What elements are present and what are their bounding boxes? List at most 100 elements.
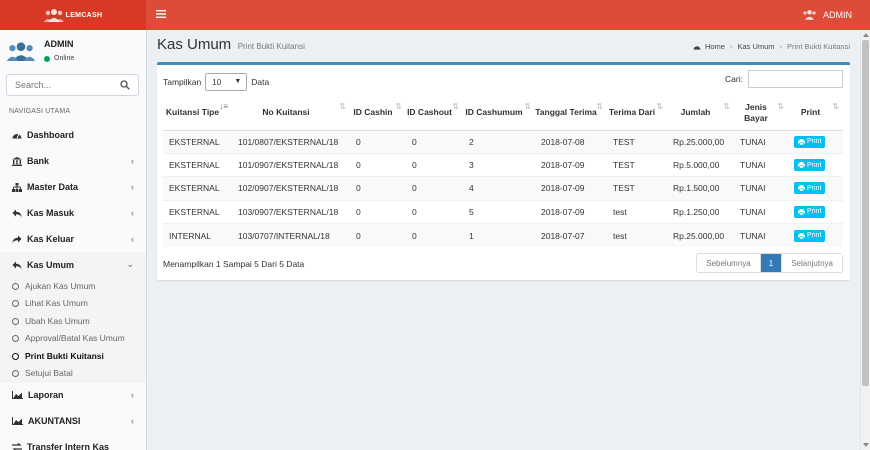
sort-icon: ⇅ — [596, 102, 603, 111]
table-cell: TUNAI — [734, 176, 788, 201]
chevron-left-icon: ‹ — [131, 390, 134, 400]
submenu-item-setujui-batal[interactable]: Setujui Batal — [12, 368, 73, 378]
top-navbar: LEMCASH ADMIN — [0, 0, 870, 30]
submenu-item-ajukan[interactable]: Ajukan Kas Umum — [12, 281, 95, 291]
table-cell: TEST — [607, 129, 667, 154]
table-row: INTERNAL 103/0707/INTERNAL/18 0 0 1 2018-07-0… — [163, 223, 843, 247]
sort-icon: ⇅ — [452, 102, 459, 111]
table-search-input[interactable] — [748, 70, 843, 88]
circle-icon — [12, 352, 19, 360]
submenu-item-approval[interactable]: Approval/Batal Kas Umum — [12, 333, 125, 343]
table-cell: 4 — [463, 176, 535, 201]
print-icon — [798, 162, 805, 169]
user-name-top: ADMIN — [823, 9, 852, 20]
print-cell: Print — [788, 223, 843, 247]
table-cell: EKSTERNAL — [163, 152, 232, 177]
table-cell: 101/0907/EKSTERNAL/18 — [232, 152, 350, 177]
print-button[interactable]: Print — [794, 159, 826, 172]
print-icon — [798, 185, 805, 192]
logo[interactable]: LEMCASH — [0, 0, 146, 30]
column-header-label: Kuitansi Tipe — [165, 107, 220, 118]
column-header[interactable]: Jumlah ⇅ — [667, 96, 734, 131]
sidebar-search-input[interactable] — [7, 75, 112, 95]
column-header-label: Print — [800, 107, 821, 118]
column-header[interactable]: Tanggal Terima ⇅ — [535, 96, 607, 131]
submenu-item-ubah[interactable]: Ubah Kas Umum — [12, 316, 90, 326]
sidebar-item-transfer-intern-kas[interactable]: Transfer Intern Kas — [0, 434, 146, 450]
print-button[interactable]: Print — [794, 205, 826, 218]
sidebar-item-bank[interactable]: Bank ‹ — [0, 148, 146, 174]
column-header[interactable]: Jenis Bayar ⇅ — [734, 96, 788, 131]
column-header-label: Jumlah — [680, 107, 711, 118]
bank-icon — [12, 156, 22, 166]
table-cell: 2 — [463, 129, 535, 154]
sidebar-item-label: Laporan — [28, 390, 64, 400]
table-cell: 101/0807/EKSTERNAL/18 — [232, 129, 350, 154]
sidebar-item-label: Kas Keluar — [27, 234, 75, 244]
table-cell: EKSTERNAL — [163, 176, 232, 201]
print-button-label: Print — [807, 138, 822, 146]
user-menu-button[interactable]: ADMIN — [802, 9, 852, 20]
table-body: EKSTERNAL 101/0807/EKSTERNAL/18 0 0 2 2018-07… — [163, 129, 843, 247]
page-subtitle: Print Bukti Kuitansi — [237, 42, 305, 51]
table-cell: TUNAI — [734, 152, 788, 177]
circle-icon — [12, 317, 19, 325]
pagination-prev-button[interactable]: Sebelumnya — [697, 254, 761, 272]
sidebar-item-master-data[interactable]: Master Data ‹ — [0, 174, 146, 200]
user-status-text: Online — [54, 55, 75, 62]
breadcrumb-parent-link[interactable]: Kas Umum — [737, 42, 774, 51]
sort-icon: ⇅ — [524, 102, 531, 111]
table-cell: 102/0907/EKSTERNAL/18 — [232, 176, 350, 201]
sidebar-toggle-button[interactable] — [156, 9, 166, 21]
table-cell: 0 — [406, 223, 463, 247]
scroll-thumb[interactable] — [862, 40, 869, 386]
print-button[interactable]: Print — [794, 182, 826, 195]
table-cell: 0 — [406, 152, 463, 177]
column-header[interactable]: ID Cashout ⇅ — [406, 96, 463, 131]
logo-text: LEMCASH — [65, 11, 103, 19]
dashboard-icon — [12, 133, 22, 139]
table-cell: 2018-07-07 — [535, 223, 607, 247]
column-header[interactable]: Kuitansi Tipe ↓≡ — [163, 96, 232, 131]
sidebar-item-dashboard[interactable]: Dashboard — [0, 122, 146, 148]
print-button-label: Print — [807, 232, 822, 239]
sidebar-item-kas-masuk[interactable]: Kas Masuk ‹ — [0, 200, 146, 226]
pagination-next-button[interactable]: Selanjutnya — [781, 254, 842, 272]
sort-asc-icon: ↓≡ — [219, 102, 228, 111]
column-header[interactable]: Print ⇅ — [788, 96, 843, 131]
circle-icon — [12, 282, 19, 290]
page-length-select[interactable]: 10 ▼ — [205, 73, 248, 91]
search-icon[interactable] — [120, 80, 130, 90]
submenu-item-print-bukti[interactable]: Print Bukti Kuitansi — [12, 351, 104, 361]
table-cell: TUNAI — [734, 223, 788, 247]
table-cell: 3 — [463, 152, 535, 177]
submenu-item-lihat[interactable]: Lihat Kas Umum — [12, 298, 88, 308]
table-cell: test — [607, 199, 667, 224]
scroll-down-arrow-icon[interactable] — [863, 443, 869, 447]
sidebar-item-kas-umum[interactable]: Kas Umum ⌄ — [0, 252, 146, 278]
column-header[interactable]: ID Cashin ⇅ — [350, 96, 406, 131]
area-chart-icon — [12, 391, 23, 399]
page-title: Kas Umum — [157, 36, 232, 53]
nav-header: NAVIGASI UTAMA — [9, 108, 71, 115]
sidebar-item-laporan[interactable]: Laporan ‹ — [0, 382, 146, 408]
column-header[interactable]: No Kuitansi ⇅ — [232, 96, 350, 131]
breadcrumb-home-link[interactable]: Home — [705, 42, 725, 51]
pagination-page-button[interactable]: 1 — [760, 254, 782, 272]
sidebar-item-kas-keluar[interactable]: Kas Keluar ‹ — [0, 226, 146, 252]
scroll-up-arrow-icon[interactable] — [863, 33, 869, 37]
print-button[interactable]: Print — [794, 229, 826, 242]
print-cell: Print — [788, 199, 843, 224]
column-header-label: No Kuitansi — [262, 107, 310, 118]
print-cell: Print — [788, 129, 843, 154]
submenu-label: Ubah Kas Umum — [25, 316, 90, 326]
circle-icon — [12, 299, 19, 307]
print-button[interactable]: Print — [794, 135, 826, 148]
sidebar-item-akuntansi[interactable]: AKUNTANSI ‹ — [0, 408, 146, 434]
table-row: EKSTERNAL 101/0807/EKSTERNAL/18 0 0 2 2018-07… — [163, 129, 843, 154]
column-header[interactable]: Terima Dari ⇅ — [607, 96, 667, 131]
sort-icon: ⇅ — [777, 102, 784, 111]
column-header[interactable]: ID Cashumum ⇅ — [463, 96, 535, 131]
page-scrollbar[interactable] — [860, 30, 870, 450]
avatar — [6, 42, 36, 61]
